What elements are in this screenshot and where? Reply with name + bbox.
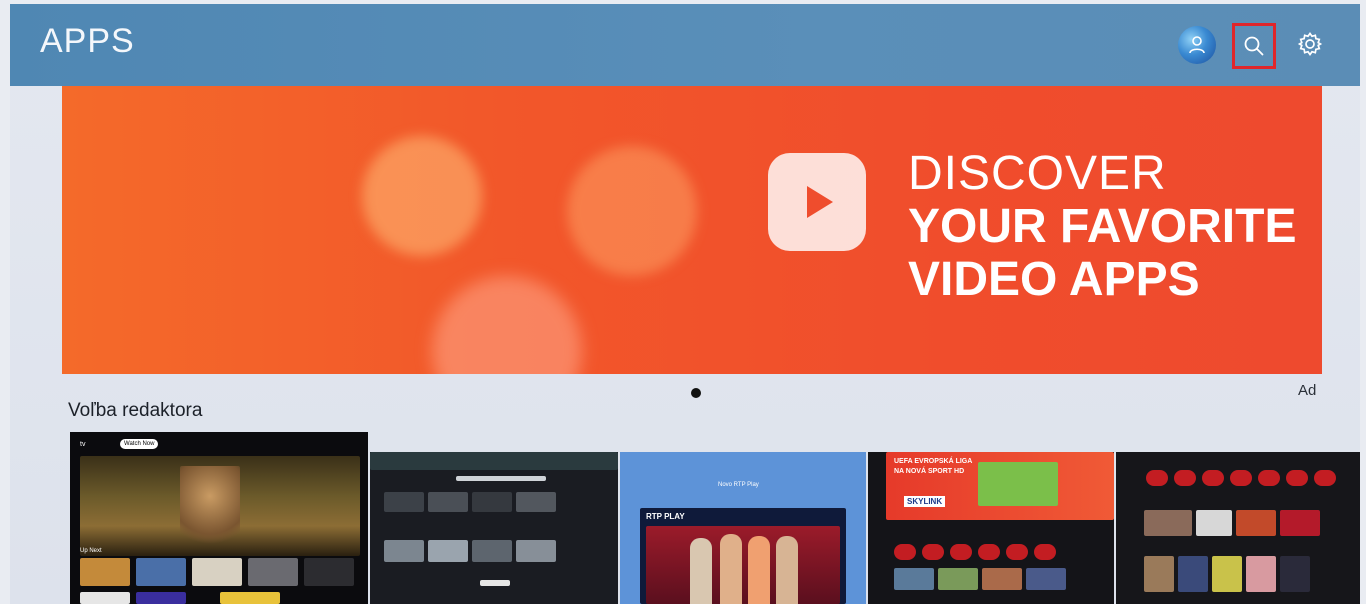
bokeh-light <box>432 276 582 374</box>
profile-icon[interactable] <box>1178 26 1216 64</box>
gear-icon <box>1297 32 1323 56</box>
thumbnail <box>1144 556 1174 592</box>
tile-brand-label: tv <box>80 441 86 448</box>
presenter-figure <box>748 536 770 604</box>
channel-chip <box>894 544 916 560</box>
thumbnail <box>80 558 130 586</box>
page-title: APPS <box>40 22 135 60</box>
thumbnail <box>136 558 186 586</box>
app-tile-rtp-play[interactable]: Novo RTP Play RTP PLAY <box>620 452 866 604</box>
thumbnail <box>1026 568 1066 590</box>
thumbnail <box>1236 510 1276 536</box>
channel-chip <box>1258 470 1280 486</box>
channel-chip <box>1174 470 1196 486</box>
search-icon <box>1244 36 1264 56</box>
thumbnail <box>248 558 298 586</box>
tile-brand-label: RTP PLAY <box>646 512 685 521</box>
thumbnail <box>982 568 1022 590</box>
thumbnail <box>80 592 130 604</box>
play-icon <box>768 153 866 251</box>
thumbnail <box>1280 556 1310 592</box>
thumbnail <box>1144 510 1192 536</box>
tile-row-label: Up Next <box>80 548 102 554</box>
banner-line-3: VIDEO APPS <box>908 252 1200 306</box>
thumbnail <box>384 492 424 512</box>
search-button[interactable] <box>1232 23 1276 69</box>
bokeh-light <box>362 136 482 256</box>
channel-chip <box>1146 470 1168 486</box>
section-title-editors-choice: Voľba redaktora <box>68 400 203 421</box>
channel-chip <box>1034 544 1056 560</box>
channel-chip <box>1202 470 1224 486</box>
presenter-figure <box>720 534 742 604</box>
tile-title: Novo RTP Play <box>718 482 759 488</box>
bokeh-light <box>567 146 697 276</box>
thumbnail <box>1280 510 1320 536</box>
thumbnail <box>1178 556 1208 592</box>
thumbnail <box>428 540 468 562</box>
channel-chip <box>1286 470 1308 486</box>
thumbnail <box>384 540 424 562</box>
banner-line-2: YOUR FAVORITE <box>908 199 1297 253</box>
thumbnail <box>136 592 186 604</box>
channel-chip <box>978 544 1000 560</box>
presenter-figure <box>690 538 712 604</box>
banner-line-1: DISCOVER <box>908 147 1167 200</box>
app-header: APPS <box>10 4 1360 86</box>
channel-chip <box>922 544 944 560</box>
thumbnail <box>472 492 512 512</box>
tile-topbar <box>370 452 618 470</box>
thumbnail <box>220 592 280 604</box>
promo-headline: UEFA EVROPSKÁ LIGA <box>894 458 973 465</box>
hero-artwork <box>646 526 840 604</box>
tile-tab-pill: Watch Now <box>120 439 159 449</box>
channel-chip <box>1314 470 1336 486</box>
tv-screen: APPS DISCOVER YOUR FAVORITE VIDEO APPS A… <box>10 4 1360 604</box>
ad-label: Ad <box>1298 382 1317 399</box>
presenter-figure <box>776 536 798 604</box>
channel-chip <box>1230 470 1252 486</box>
thumbnail <box>304 558 354 586</box>
thumbnail <box>1246 556 1276 592</box>
promo-headline: NA NOVÁ SPORT HD <box>894 468 965 475</box>
hero-figure <box>180 466 240 552</box>
button-strip <box>480 580 510 586</box>
promo-image <box>978 462 1058 506</box>
thumbnail <box>1212 556 1242 592</box>
thumbnail <box>894 568 934 590</box>
thumbnail <box>516 540 556 562</box>
carousel-indicator-dot <box>691 388 701 398</box>
app-tile-apple-tv[interactable]: tv Watch Now Up Next <box>70 432 368 604</box>
settings-button[interactable] <box>1290 24 1330 64</box>
search-bar <box>456 476 546 481</box>
channel-chip <box>950 544 972 560</box>
thumbnail <box>516 492 556 512</box>
thumbnail <box>428 492 468 512</box>
app-tile-skylink[interactable]: UEFA EVROPSKÁ LIGA NA NOVÁ SPORT HD SKYL… <box>868 452 1114 604</box>
promo-banner[interactable]: DISCOVER YOUR FAVORITE VIDEO APPS <box>62 86 1322 374</box>
app-tile-streaming[interactable] <box>370 452 618 604</box>
app-tile-tv[interactable] <box>1116 452 1360 604</box>
thumbnail <box>938 568 978 590</box>
thumbnail <box>472 540 512 562</box>
thumbnail <box>192 558 242 586</box>
skylink-logo: SKYLINK <box>904 496 946 507</box>
channel-chip <box>1006 544 1028 560</box>
banner-headline: DISCOVER YOUR FAVORITE VIDEO APPS <box>908 147 1297 306</box>
thumbnail <box>1196 510 1232 536</box>
